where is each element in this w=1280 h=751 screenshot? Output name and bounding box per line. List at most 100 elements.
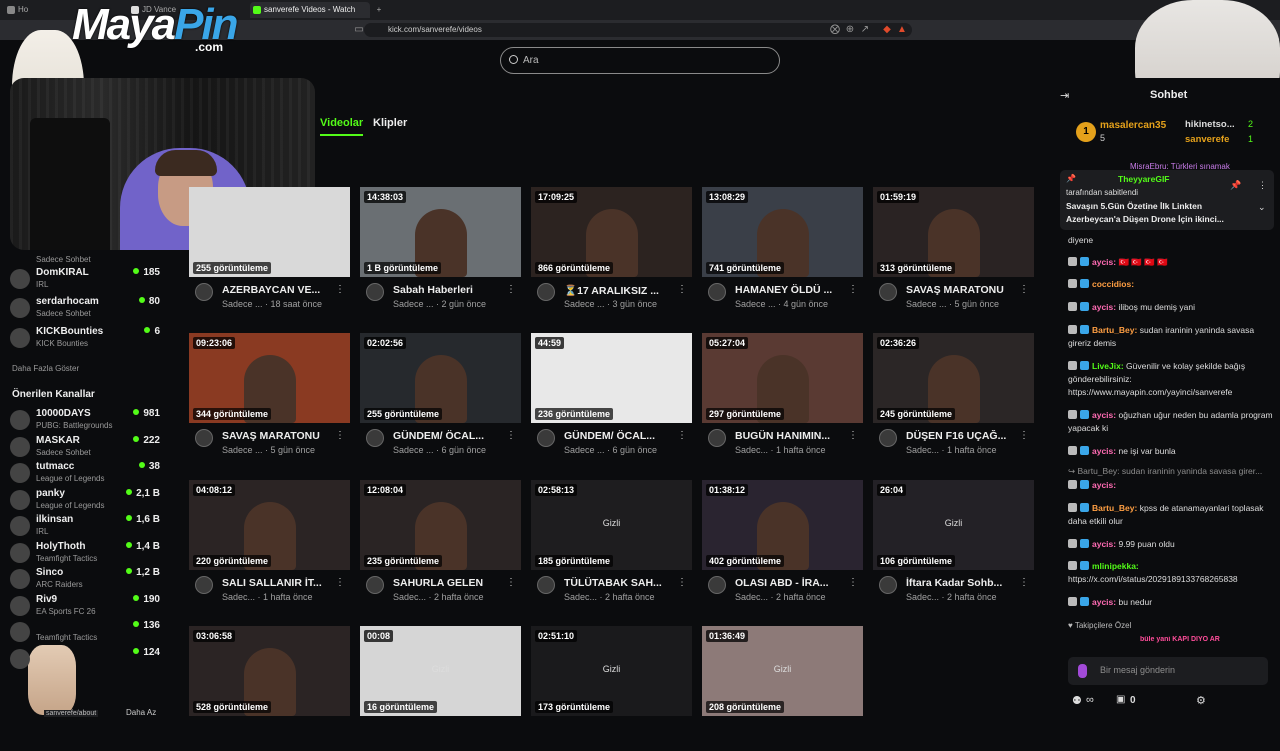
show-less-link[interactable]: Daha Az (126, 708, 156, 717)
channel-avatar[interactable] (366, 283, 384, 301)
more-options-icon[interactable]: ⋮ (1019, 430, 1029, 441)
unpin-icon[interactable]: 📌 (1230, 180, 1241, 191)
video-card[interactable]: 14:38:03 1 B görüntüleme Sabah Haberleri … (360, 187, 521, 312)
sidebar-recommended-channel[interactable]: 10000DAYS PUBG: Battlegrounds 981 (10, 408, 160, 436)
extension-icon[interactable]: ⨂ (828, 23, 842, 37)
more-options-icon[interactable]: ⋮ (1019, 577, 1029, 588)
video-card[interactable]: 255 görüntüleme AZERBAYCAN VE... Sadece … (189, 187, 350, 312)
chat-username[interactable]: mlinipekka: (1092, 561, 1139, 571)
video-thumbnail[interactable]: 44:59 236 görüntüleme (531, 333, 692, 423)
chat-username[interactable]: aycis: (1092, 302, 1116, 312)
video-thumbnail[interactable]: 14:38:03 1 B görüntüleme (360, 187, 521, 277)
chat-username[interactable]: Bartu_Bey: (1092, 503, 1137, 513)
chat-username[interactable]: aycis: (1092, 480, 1116, 490)
chat-username[interactable]: aycis: (1092, 539, 1116, 549)
browser-tab-active[interactable]: sanverefe Videos - Watch On-De (250, 2, 370, 30)
more-options-icon[interactable]: ⋮ (848, 284, 858, 295)
video-card[interactable]: 05:27:04 297 görüntüleme BUGÜN HANIMIN...… (702, 333, 863, 458)
sidebar-recommended-channel[interactable]: HolyThoth Teamfight Tactics 1,4 B (10, 541, 160, 569)
video-thumbnail[interactable]: 03:06:58 528 görüntüleme (189, 626, 350, 716)
video-thumbnail[interactable]: 05:27:04 297 görüntüleme (702, 333, 863, 423)
video-card[interactable]: 02:58:13 Gizli 185 görüntüleme TÜLÜTABAK S… (531, 480, 692, 605)
channel-avatar[interactable] (537, 283, 555, 301)
video-card[interactable]: 17:09:25 866 görüntüleme ⏳17 ARALIKSIZ ..… (531, 187, 692, 312)
video-thumbnail[interactable]: 02:02:56 255 görüntüleme (360, 333, 521, 423)
more-options-icon[interactable]: ⋮ (506, 577, 516, 588)
video-title[interactable]: SALI SALLANIR İT... (222, 577, 332, 589)
points-icon[interactable]: ▣ (1116, 694, 1125, 705)
channel-avatar[interactable] (195, 576, 213, 594)
video-thumbnail[interactable]: 02:36:26 245 görüntüleme (873, 333, 1034, 423)
video-title[interactable]: İftara Kadar Sohb... (906, 577, 1016, 589)
chat-username[interactable]: aycis: (1092, 597, 1116, 607)
video-thumbnail[interactable]: 12:08:04 235 görüntüleme (360, 480, 521, 570)
video-thumbnail[interactable]: 09:23:06 344 görüntüleme (189, 333, 350, 423)
people-icon[interactable]: ⚉ (1072, 694, 1082, 707)
video-thumbnail[interactable]: 04:08:12 220 görüntüleme (189, 480, 350, 570)
video-thumbnail[interactable]: 00:08 Gizli 16 görüntüleme (360, 626, 521, 716)
video-thumbnail[interactable]: 01:36:49 Gizli 208 görüntüleme (702, 626, 863, 716)
channel-avatar[interactable] (366, 429, 384, 447)
collapse-chat-icon[interactable]: ⇥ (1060, 89, 1069, 102)
more-options-icon[interactable]: ⋮ (335, 284, 345, 295)
chat-username[interactable]: LiveJix: (1092, 361, 1124, 371)
video-title[interactable]: SAVAŞ MARATONU (906, 284, 1016, 296)
video-thumbnail[interactable]: 26:04 Gizli 106 görüntüleme (873, 480, 1034, 570)
channel-avatar[interactable] (708, 576, 726, 594)
video-card[interactable]: 02:51:10 Gizli 173 görüntüleme (531, 626, 692, 751)
sidebar-recommended-channel[interactable]: Teamfight Tactics 136 (10, 620, 160, 648)
more-options-icon[interactable]: ⋮ (506, 430, 516, 441)
video-thumbnail[interactable]: 02:51:10 Gizli 173 görüntüleme (531, 626, 692, 716)
sidebar-recommended-channel[interactable]: 124 (10, 647, 160, 675)
video-thumbnail[interactable]: 13:08:29 741 görüntüleme (702, 187, 863, 277)
sidebar-recommended-channel[interactable]: MASKAR Sadece Sohbet 222 (10, 435, 160, 463)
share-icon[interactable]: ↗ (858, 23, 872, 37)
video-card[interactable]: 26:04 Gizli 106 görüntüleme İftara Kadar S… (873, 480, 1034, 605)
video-title[interactable]: ⏳17 ARALIKSIZ ... (564, 284, 674, 297)
channel-avatar[interactable] (879, 283, 897, 301)
channel-avatar[interactable] (366, 576, 384, 594)
video-thumbnail[interactable]: 02:58:13 Gizli 185 görüntüleme (531, 480, 692, 570)
tab-clips[interactable]: Klipler (373, 117, 407, 129)
video-title[interactable]: SAVAŞ MARATONU (222, 430, 332, 442)
video-title[interactable]: TÜLÜTABAK SAH... (564, 577, 674, 589)
channel-avatar[interactable] (708, 429, 726, 447)
chat-input[interactable]: Bir mesaj gönderin (1068, 657, 1268, 685)
sidebar-followed-channel[interactable]: DomKIRAL IRL 185 (10, 267, 160, 295)
chevron-down-icon[interactable]: ⌄ (1258, 202, 1266, 213)
video-card[interactable]: 04:08:12 220 görüntüleme SALI SALLANIR İT… (189, 480, 350, 605)
browser-tab[interactable]: Ho (4, 2, 44, 18)
sidebar-recommended-channel[interactable]: tutmacc League of Legends 38 (10, 461, 160, 489)
video-card[interactable]: 09:23:06 344 görüntüleme SAVAŞ MARATONU S… (189, 333, 350, 458)
sidebar-followed-channel[interactable]: KICKBounties KICK Bounties 6 (10, 326, 160, 354)
new-tab-button[interactable]: + (372, 2, 386, 18)
video-title[interactable]: AZERBAYCAN VE... (222, 284, 332, 296)
show-more-link[interactable]: Daha Fazla Göster (12, 364, 79, 373)
video-card[interactable]: 02:36:26 245 görüntüleme DÜŞEN F16 UÇAĞ..… (873, 333, 1034, 458)
sidebar-recommended-channel[interactable]: panky League of Legends 2,1 B (10, 488, 160, 516)
video-title[interactable]: Sabah Haberleri (393, 284, 503, 296)
video-card[interactable]: 01:59:19 313 görüntüleme SAVAŞ MARATONU S… (873, 187, 1034, 312)
video-card[interactable]: 13:08:29 741 görüntüleme HAMANEY ÖLDÜ ...… (702, 187, 863, 312)
more-options-icon[interactable]: ⋮ (848, 577, 858, 588)
emote-bar[interactable]: bûle yani KAPI DIYO ARKA ÇIKIN (1070, 634, 1270, 650)
more-options-icon[interactable]: ⋮ (335, 430, 345, 441)
video-card[interactable]: 02:02:56 255 görüntüleme GÜNDEM/ ÖCAL... … (360, 333, 521, 458)
video-title[interactable]: DÜŞEN F16 UÇAĞ... (906, 430, 1016, 442)
video-title[interactable]: GÜNDEM/ ÖCAL... (393, 430, 503, 442)
video-thumbnail[interactable]: 255 görüntüleme (189, 187, 350, 277)
more-options-icon[interactable]: ⋮ (677, 430, 687, 441)
microphone-icon[interactable] (1078, 664, 1087, 678)
more-options-icon[interactable]: ⋮ (1019, 284, 1029, 295)
channel-avatar[interactable] (195, 429, 213, 447)
chat-username[interactable]: coccidios: (1092, 279, 1134, 289)
more-options-icon[interactable]: ⋮ (848, 430, 858, 441)
sidebar-recommended-channel[interactable]: Riv9 EA Sports FC 26 190 (10, 594, 160, 622)
settings-gear-icon[interactable]: ⚙ (1196, 694, 1206, 707)
more-options-icon[interactable]: ⋮ (335, 577, 345, 588)
chat-username[interactable]: Bartu_Bey: (1092, 325, 1137, 335)
tab-videos[interactable]: Videolar (320, 117, 364, 136)
sidebar-recommended-channel[interactable]: ilkinsan IRL 1,6 B (10, 514, 160, 542)
video-thumbnail[interactable]: 01:59:19 313 görüntüleme (873, 187, 1034, 277)
more-options-icon[interactable]: ⋮ (1258, 180, 1267, 191)
